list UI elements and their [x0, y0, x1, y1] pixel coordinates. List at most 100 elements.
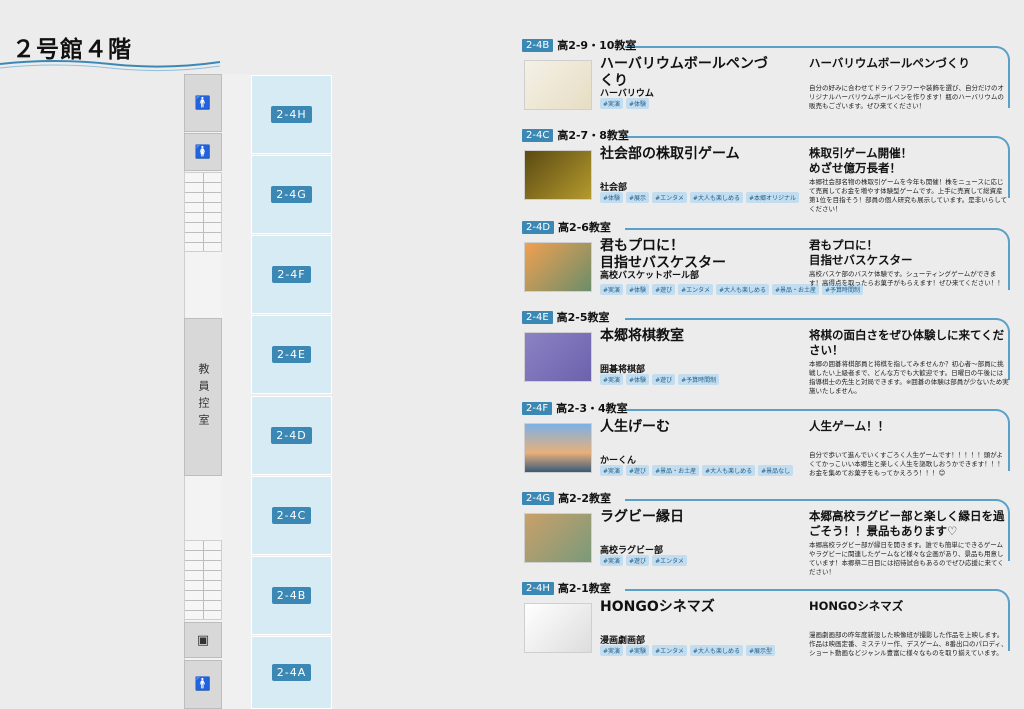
entry-header: 2-4H 高2-1教室 [522, 581, 611, 595]
exhibit-thumbnail [524, 332, 592, 382]
hashtag-chip: #展示型 [745, 645, 775, 656]
exhibit-entry[interactable]: 2-4D 高2-6教室 君もプロに！ 目指せバスケスター 高校バスケットボール部… [522, 220, 1012, 306]
hashtag-chip: #予算時間制 [678, 374, 720, 385]
hashtag-chip: #大人も楽しめる [715, 284, 769, 295]
entry-header: 2-4G 高2-2教室 [522, 491, 611, 505]
entry-header: 2-4D 高2-6教室 [522, 220, 611, 234]
exhibit-entry[interactable]: 2-4G 高2-2教室 ラグビー縁日 高校ラグビー部 #実演 #遊び #エンタメ 本… [522, 491, 1012, 577]
exhibit-title: 人生げーむ [600, 419, 670, 435]
room-2-4f[interactable]: 2-4F [251, 235, 332, 314]
elevator-icon: ▣ [184, 622, 222, 658]
exhibit-title: ラグビー縁日 [600, 509, 684, 525]
exhibit-thumbnail [524, 423, 592, 473]
exhibit-entry[interactable]: 2-4F 高2-3・4教室 人生げーむ かーくん #実演 #遊び #景品・お土産 #大… [522, 401, 1012, 487]
exhibit-title: 君もプロに！ 目指せバスケスター [600, 238, 726, 271]
exhibit-description: 本郷高校ラグビー部が縁日を開きます。誰でも簡単にできるゲームやラグビーに関連した… [809, 541, 1004, 576]
room-2-4e[interactable]: 2-4E [251, 315, 332, 394]
room-tag: 2-4C [522, 128, 554, 142]
hashtag-chip: #遊び [652, 284, 676, 295]
exhibit-headline: 将棋の面白さをぜひ体験しに来てください！ [809, 328, 1005, 357]
room-2-4g[interactable]: 2-4G [251, 155, 332, 234]
exhibit-entry[interactable]: 2-4E 高2-5教室 本郷将棋教室 囲碁将棋部 #実演 #体験 #遊び #予算時間制… [522, 310, 1012, 396]
exhibit-headline: 人生ゲーム！！ [809, 419, 890, 433]
exhibit-headline: 君もプロに！ 目指せバスケスター [809, 238, 913, 267]
hashtag-chip: #遊び [626, 555, 650, 566]
hashtag-chip: #大人も楽しめる [689, 645, 743, 656]
exhibit-description: 自分で歩いて進んでいくすごろく人生ゲームです！！！！！頭がよくてかっこいい本郷生… [809, 451, 1004, 477]
room-label: 2-4A [271, 664, 312, 681]
hashtag-chip: #大人も楽しめる [689, 192, 743, 203]
hashtag-chip: #景品なし [758, 465, 794, 476]
room-2-4b[interactable]: 2-4B [251, 556, 332, 635]
hashtag-chip: #本郷オリジナル [745, 192, 799, 203]
entry-header: 2-4C 高2-7・8教室 [522, 128, 629, 142]
teacher-room: 教員控室 [184, 318, 222, 476]
hashtag-chip: #遊び [626, 465, 650, 476]
exhibit-title: 本郷将棋教室 [600, 328, 684, 344]
hashtag-chip: #エンタメ [678, 284, 713, 295]
hashtag-chip: #エンタメ [652, 555, 687, 566]
room-label: 2-4B [271, 587, 312, 604]
exhibit-description: 本郷の囲碁将棋部員と将棋を指してみませんか？初心者～部員に挑戦したい上級者まで、… [809, 360, 1009, 395]
exhibit-title: 社会部の株取引ゲーム [600, 146, 740, 162]
room-tag: 2-4E [522, 310, 553, 324]
tag-list: #実演 #体験 #遊び #予算時間制 [600, 374, 720, 385]
restroom-icon: 🚹 [184, 660, 222, 709]
hashtag-chip: #体験 [626, 98, 650, 109]
room-label: 2-4E [272, 346, 311, 363]
exhibit-title: ハーバリウムボールペンづくり [600, 56, 768, 89]
hashtag-chip: #実演 [600, 284, 624, 295]
stairs-north [184, 172, 222, 252]
tag-list: #実演 #体験 [600, 98, 650, 109]
hashtag-chip: #体験 [626, 284, 650, 295]
exhibit-headline: ハーバリウムボールペンづくり [809, 56, 970, 70]
classroom-label: 高2-1教室 [557, 582, 611, 595]
restroom-men-icon: 🚹 [184, 74, 222, 132]
exhibit-thumbnail [524, 242, 592, 292]
hashtag-chip: #エンタメ [652, 192, 687, 203]
club-name: 高校バスケットボール部 [600, 271, 700, 281]
hashtag-chip: #景品・お土産 [652, 465, 700, 476]
exhibit-entry[interactable]: 2-4C 高2-7・8教室 社会部の株取引ゲーム 社会部 #体験 #展示 #エンタメ… [522, 128, 1012, 214]
exhibit-title: HONGOシネマズ [600, 599, 715, 615]
room-label: 2-4C [271, 507, 312, 524]
exhibit-description: 高校バスケ部のバスケ体験です。シューティングゲームができます！高得点を取ったらお… [809, 270, 1004, 287]
exhibit-entry[interactable]: 2-4H 高2-1教室 HONGOシネマズ 漫画劇画部 #実演 #実験 #エンタメ #… [522, 581, 1012, 667]
hashtag-chip: #体験 [626, 374, 650, 385]
room-2-4d[interactable]: 2-4D [251, 396, 332, 475]
exhibit-description: 本郷社会部名物の株取引ゲームを今年も開催！株をニュースに応じて売買してお金を増や… [809, 178, 1008, 213]
exhibit-thumbnail [524, 603, 592, 653]
exhibit-description: 自分の好みに合わせてドライフラワーや装飾を選び、自分だけのオリジナルハーバリウム… [809, 84, 1004, 110]
exhibit-headline: 株取引ゲーム開催！ めざせ億万長者！ [809, 146, 913, 175]
classroom-label: 高2-6教室 [558, 221, 611, 234]
room-2-4c[interactable]: 2-4C [251, 476, 332, 555]
room-tag: 2-4B [522, 38, 554, 52]
hashtag-chip: #エンタメ [652, 645, 687, 656]
hashtag-chip: #実演 [600, 555, 624, 566]
hashtag-chip: #実演 [600, 98, 624, 109]
room-2-4h[interactable]: 2-4H [251, 75, 332, 154]
entry-header: 2-4B 高2-9・10教室 [522, 38, 636, 52]
hashtag-chip: #実演 [600, 645, 624, 656]
room-label: 2-4H [271, 106, 312, 123]
hashtag-chip: #実験 [626, 645, 650, 656]
map-corridor [222, 74, 251, 709]
classroom-label: 高2-9・10教室 [557, 39, 637, 52]
classroom-label: 高2-5教室 [556, 311, 610, 324]
entry-header: 2-4E 高2-5教室 [522, 310, 610, 324]
room-tag: 2-4D [522, 220, 555, 234]
exhibit-entry[interactable]: 2-4B 高2-9・10教室 ハーバリウムボールペンづくり ハーバリウム #実演… [522, 38, 1012, 124]
room-label: 2-4D [271, 427, 312, 444]
hashtag-chip: #実演 [600, 374, 624, 385]
tag-list: #実演 #遊び #エンタメ [600, 555, 687, 566]
restroom-women-icon: 🚺 [184, 133, 222, 171]
room-2-4a[interactable]: 2-4A [251, 636, 332, 709]
stairs-south [184, 540, 222, 620]
hashtag-chip: #大人も楽しめる [702, 465, 756, 476]
tag-list: #体験 #展示 #エンタメ #大人も楽しめる #本郷オリジナル [600, 192, 799, 203]
entry-header: 2-4F 高2-3・4教室 [522, 401, 628, 415]
classroom-label: 高2-7・8教室 [557, 129, 629, 142]
room-tag: 2-4H [522, 581, 554, 595]
exhibit-description: 漫画劇画部の昨年度新設した映像班が撮影した作品を上映します。作品は映画定番、ミス… [809, 631, 1008, 657]
hashtag-chip: #展示 [626, 192, 650, 203]
